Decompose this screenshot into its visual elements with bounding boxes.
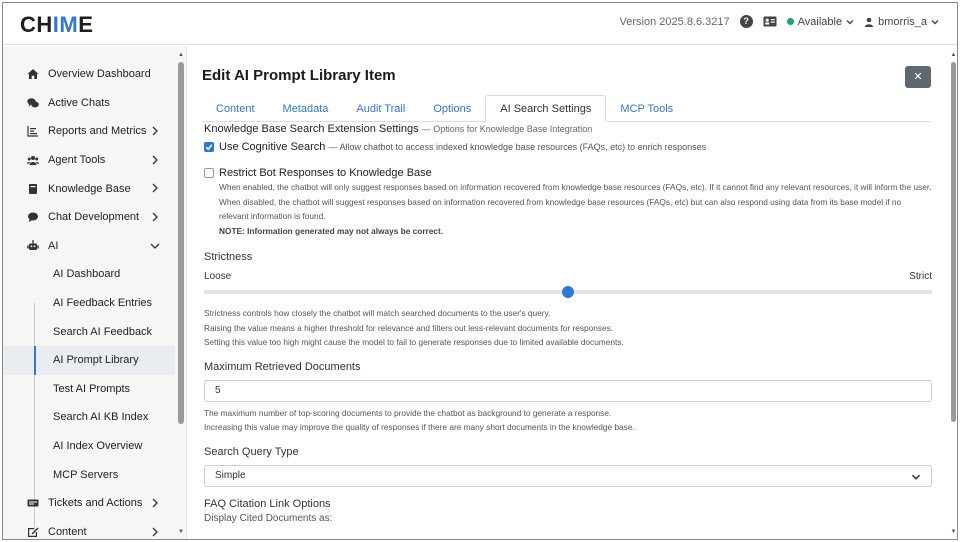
chat-dev-icon — [27, 211, 39, 223]
sidebar-scrollbar[interactable]: ▲ ▼ — [177, 52, 185, 535]
strictness-slider-thumb[interactable] — [562, 286, 574, 298]
sidebar-nav: Overview Dashboard Active Chats Reports … — [3, 60, 175, 540]
scroll-down-arrow-icon[interactable]: ▼ — [950, 529, 957, 535]
sidebar-subitem-ai-prompt-library[interactable]: AI Prompt Library — [3, 345, 175, 375]
chevron-right-icon — [152, 183, 158, 193]
checkmark-icon — [205, 144, 213, 151]
main-scroll-thumb[interactable] — [951, 62, 956, 422]
sidebar-item-knowledge-base[interactable]: Knowledge Base — [3, 174, 175, 203]
id-card-icon[interactable] — [763, 16, 777, 27]
strictness-min-label: Loose — [204, 271, 232, 282]
sidebar-subitem-search-ai-kb-index[interactable]: Search AI KB Index — [3, 403, 175, 432]
strictness-slider[interactable] — [204, 286, 932, 298]
tab-mcp-tools[interactable]: MCP Tools — [606, 95, 687, 122]
robot-icon — [27, 239, 39, 252]
tab-options[interactable]: Options — [419, 95, 485, 122]
use-cognitive-search-label: Use Cognitive Search — [219, 141, 326, 153]
sidebar-subitem-search-ai-feedback[interactable]: Search AI Feedback — [3, 317, 175, 346]
page-title: Edit AI Prompt Library Item — [202, 67, 396, 84]
sidebar-subitem-mcp-servers[interactable]: MCP Servers — [3, 460, 175, 489]
chevron-down-icon — [931, 19, 939, 24]
chevron-down-icon — [911, 474, 921, 480]
chevron-right-icon — [152, 527, 158, 536]
chime-logo[interactable]: CHIME — [20, 12, 93, 38]
sidebar-subitem-ai-index-overview[interactable]: AI Index Overview — [3, 432, 175, 461]
faq-citation-label: FAQ Citation Link Options — [204, 497, 331, 510]
sidebar-subitem-ai-feedback-entries[interactable]: AI Feedback Entries — [3, 289, 175, 318]
tab-metadata[interactable]: Metadata — [269, 95, 343, 122]
sidebar-item-tickets-and-actions[interactable]: Tickets and Actions — [3, 489, 175, 518]
user-icon — [864, 17, 874, 27]
main-panel: Edit AI Prompt Library Item ✕ Content Me… — [188, 46, 957, 539]
kb-section-title: Knowledge Base Search Extension Settings… — [204, 123, 593, 135]
sidebar-subitem-test-ai-prompts[interactable]: Test AI Prompts — [3, 375, 175, 404]
help-icon[interactable]: ? — [739, 15, 753, 28]
sidebar-item-agent-tools[interactable]: Agent Tools — [3, 146, 175, 175]
strictness-help: Strictness controls how closely the chat… — [204, 308, 624, 347]
scroll-down-arrow-icon[interactable]: ▼ — [177, 529, 185, 535]
sidebar-item-content[interactable]: Content — [3, 518, 175, 540]
max-docs-help: The maximum number of top-scoring docume… — [204, 407, 635, 433]
display-cited-label: Display Cited Documents as: — [204, 512, 333, 524]
restrict-bot-responses-label: Restrict Bot Responses to Knowledge Base — [219, 167, 432, 179]
top-bar: CHIME Version 2025.8.6.3217 ? Available … — [3, 3, 957, 45]
restrict-bot-note: NOTE: Information generated may not alwa… — [219, 225, 444, 236]
sidebar-item-active-chats[interactable]: Active Chats — [3, 89, 175, 118]
chevron-down-icon — [150, 243, 160, 249]
user-name: bmorris_a — [878, 15, 927, 28]
tab-ai-search-settings[interactable]: AI Search Settings — [485, 95, 607, 122]
ai-search-settings-form: Knowledge Base Search Extension Settings… — [204, 123, 932, 524]
search-query-type-value: Simple — [215, 470, 246, 481]
chevron-down-icon — [846, 19, 854, 24]
tab-content[interactable]: Content — [202, 95, 269, 122]
restrict-bot-description: When enabled, the chatbot will only sugg… — [219, 180, 932, 238]
version-text: Version 2025.8.6.3217 — [619, 15, 730, 28]
use-cognitive-search-checkbox[interactable] — [204, 142, 214, 152]
home-icon — [27, 68, 39, 80]
main-scrollbar[interactable]: ▲ ▼ — [950, 52, 957, 535]
strictness-scale-labels: Loose Strict — [204, 271, 932, 282]
restrict-bot-row: Restrict Bot Responses to Knowledge Base — [204, 167, 932, 179]
sidebar-item-overview-dashboard[interactable]: Overview Dashboard — [3, 60, 175, 89]
header-right: Version 2025.8.6.3217 ? Available bmorri… — [620, 15, 939, 28]
tab-bar: Content Metadata Audit Trail Options AI … — [202, 95, 931, 122]
chevron-right-icon — [152, 498, 158, 508]
search-query-type-label: Search Query Type — [204, 445, 299, 458]
restrict-bot-responses-checkbox[interactable] — [204, 168, 214, 178]
max-docs-input[interactable]: 5 — [204, 379, 932, 402]
tickets-icon — [27, 497, 39, 509]
max-docs-label: Maximum Retrieved Documents — [204, 360, 361, 373]
chevron-right-icon — [152, 155, 158, 165]
user-menu[interactable]: bmorris_a — [864, 16, 939, 28]
status-text: Available — [797, 15, 843, 28]
sidebar-item-reports-and-metrics[interactable]: Reports and Metrics — [3, 117, 175, 146]
close-button[interactable]: ✕ — [905, 66, 931, 88]
app-window: CHIME Version 2025.8.6.3217 ? Available … — [2, 2, 958, 540]
sidebar-scroll-thumb[interactable] — [178, 62, 184, 424]
chevron-right-icon — [152, 212, 158, 222]
strictness-label: Strictness — [204, 251, 253, 263]
strictness-max-label: Strict — [909, 271, 932, 282]
sidebar-subitem-ai-dashboard[interactable]: AI Dashboard — [3, 260, 175, 289]
scroll-up-arrow-icon[interactable]: ▲ — [950, 52, 957, 58]
content-edit-icon — [27, 526, 39, 538]
sidebar-item-ai[interactable]: AI — [3, 232, 175, 261]
tab-audit-trail[interactable]: Audit Trail — [342, 95, 419, 122]
use-cognitive-search-row: Use Cognitive Search — Allow chatbot to … — [204, 141, 932, 153]
book-icon — [27, 183, 39, 195]
report-chart-icon — [27, 125, 39, 138]
status-dropdown[interactable]: Available — [786, 15, 854, 28]
chat-bubbles-icon — [27, 97, 39, 109]
agents-icon — [27, 154, 39, 166]
scroll-up-arrow-icon[interactable]: ▲ — [177, 52, 185, 58]
chevron-right-icon — [152, 126, 158, 136]
sidebar: Overview Dashboard Active Chats Reports … — [3, 46, 187, 540]
sidebar-item-chat-development[interactable]: Chat Development — [3, 203, 175, 232]
search-query-type-select[interactable]: Simple — [204, 464, 932, 487]
status-dot-icon — [786, 18, 794, 25]
